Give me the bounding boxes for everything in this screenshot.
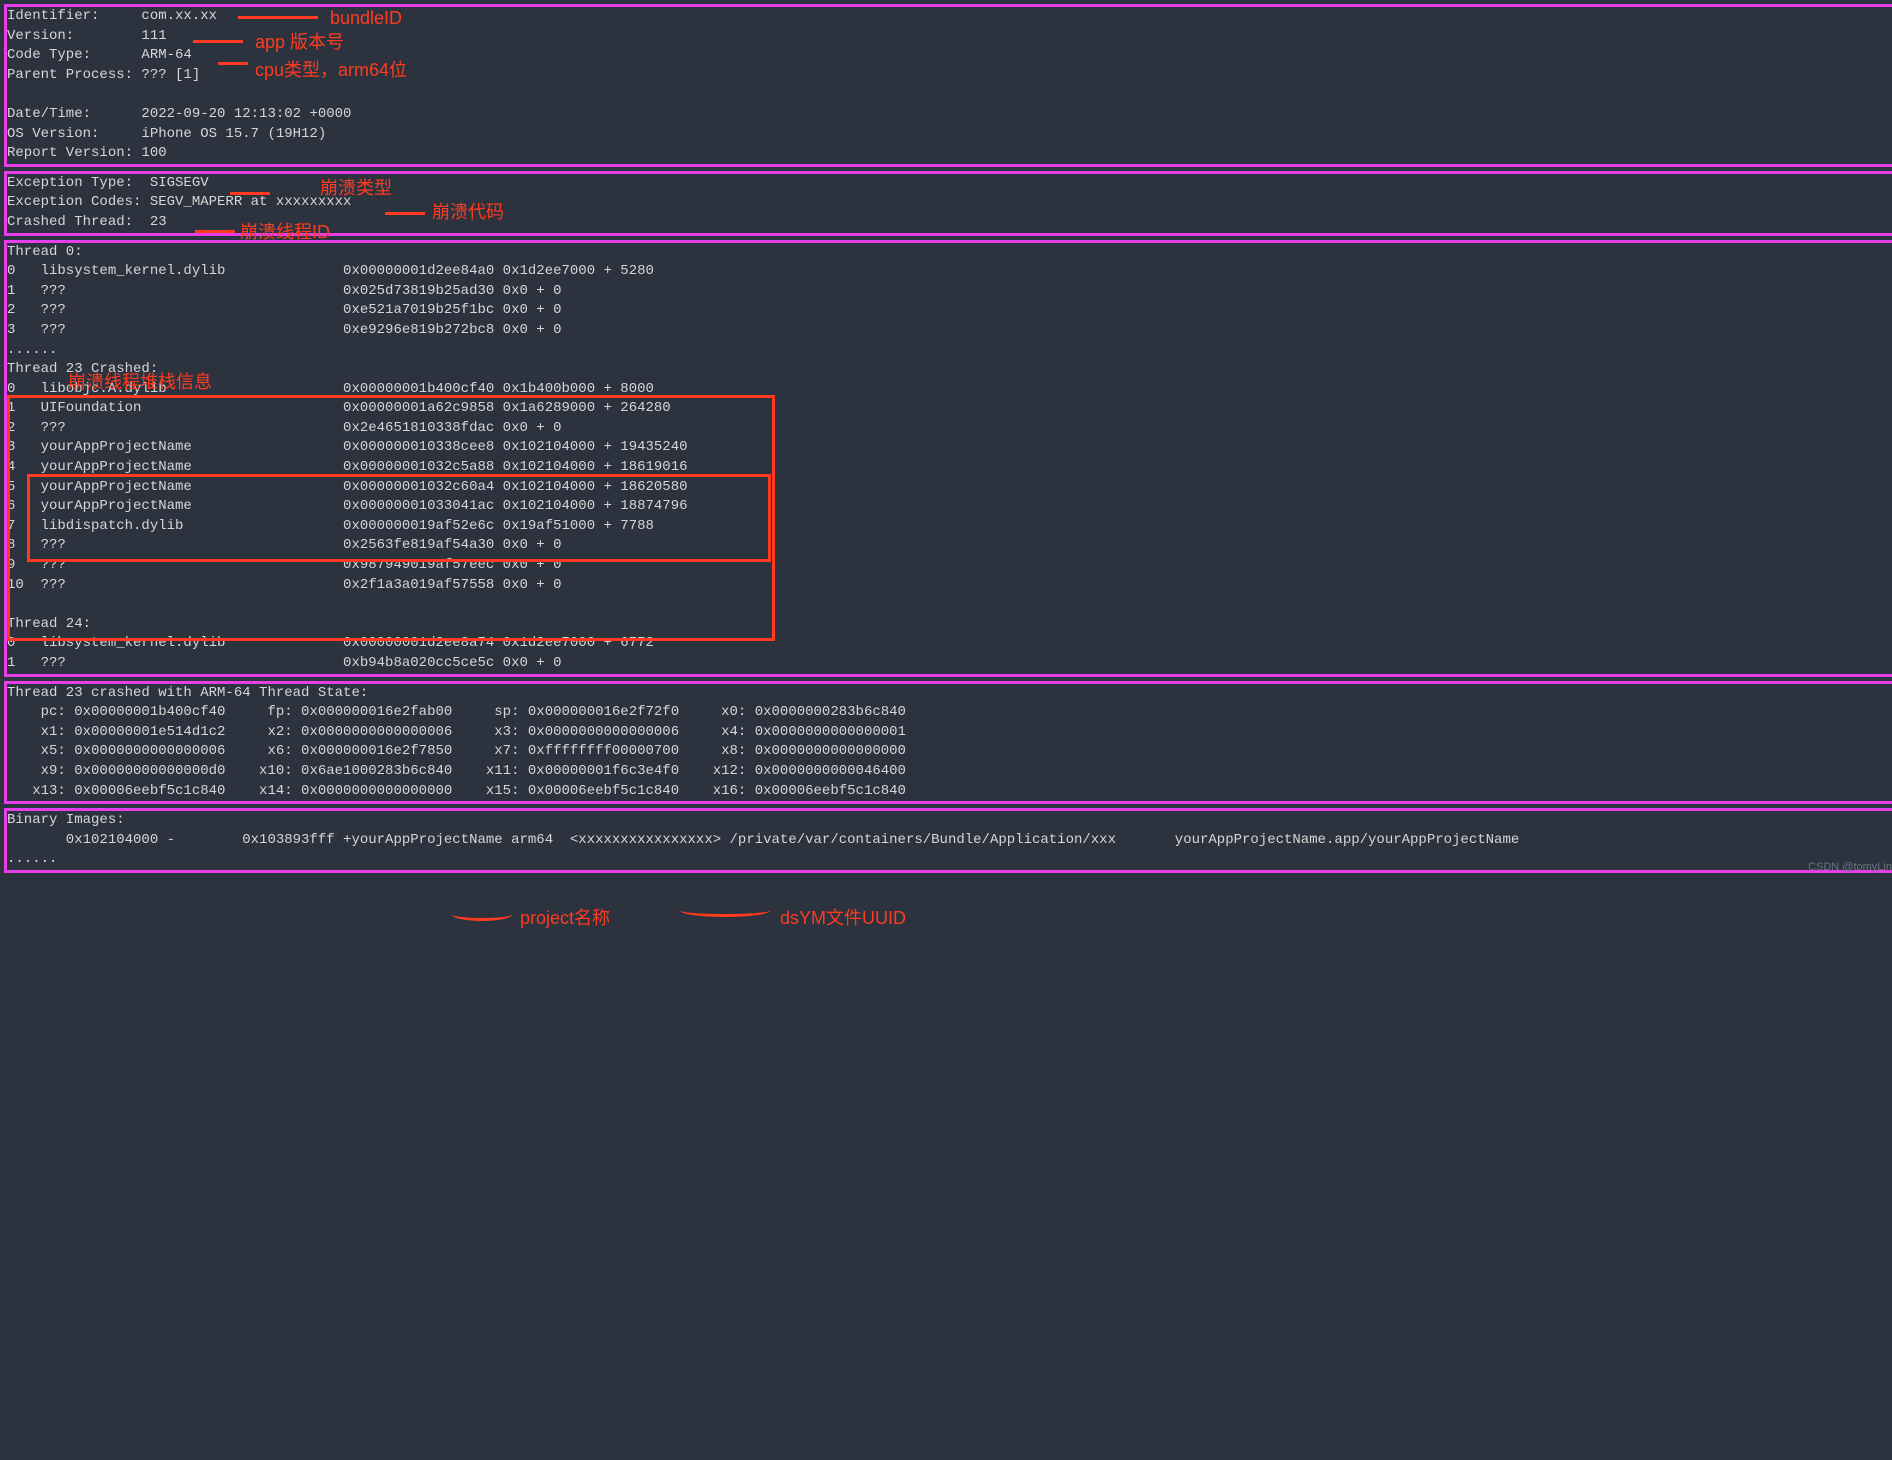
state-row: x9: 0x00000000000000d0 x10: 0x6ae1000283… [7, 763, 906, 779]
ann-dsymuuid: dsYM文件UUID [780, 906, 906, 931]
ann-bundleid: bundleID [330, 6, 402, 31]
connector-curve [680, 904, 770, 917]
connector-line [218, 62, 248, 65]
row-crashthread: Crashed Thread: 23 [7, 214, 167, 230]
binary-dots: ...... [7, 851, 57, 867]
ann-cputype: cpu类型，arm64位 [255, 58, 407, 83]
ann-crashtype: 崩溃类型 [320, 176, 392, 201]
ann-crashstack: 崩溃线程堆栈信息 [68, 370, 212, 395]
row-version: Version: 111 [7, 28, 167, 44]
thread24-frame: 1 ??? 0xb94b8a020cc5ce5c 0x0 + 0 [7, 655, 562, 671]
connector-line [230, 192, 270, 195]
thread23-frame: 5 yourAppProjectName 0x00000001032c60a4 … [7, 479, 688, 495]
connector-line [193, 40, 243, 43]
ann-projectname: project名称 [520, 906, 610, 931]
binary-title: Binary Images: [7, 812, 125, 828]
watermark: CSDN @tomyLin [1808, 860, 1892, 875]
state-row: x1: 0x00000001e514d1c2 x2: 0x00000000000… [7, 724, 906, 740]
binary-images-section: Binary Images: 0x102104000 - 0x103893fff… [4, 808, 1892, 873]
thread23-frame: 9 ??? 0x987949019af57eec 0x0 + 0 [7, 557, 562, 573]
connector-line [238, 16, 318, 19]
connector-line [195, 230, 235, 233]
row-osver: OS Version: iPhone OS 15.7 (19H12) [7, 126, 326, 142]
state-title: Thread 23 crashed with ARM-64 Thread Sta… [7, 685, 368, 701]
state-row: pc: 0x00000001b400cf40 fp: 0x000000016e2… [7, 704, 906, 720]
thread23-frame: 3 yourAppProjectName 0x000000010338cee8 … [7, 439, 688, 455]
thread24-frame: 0 libsystem_kernel.dylib 0x00000001d2ee8… [7, 635, 654, 651]
connector-curve [452, 908, 512, 921]
threads-section: Thread 0: 0 libsystem_kernel.dylib 0x000… [4, 240, 1892, 677]
connector-line [385, 212, 425, 215]
thread23-frame: 7 libdispatch.dylib 0x000000019af52e6c 0… [7, 518, 654, 534]
dots: ...... [7, 342, 57, 358]
state-row: x13: 0x00006eebf5c1c840 x14: 0x000000000… [7, 783, 906, 799]
binary-line: 0x102104000 - 0x103893fff +yourAppProjec… [7, 832, 1519, 848]
thread0-frame: 0 libsystem_kernel.dylib 0x00000001d2ee8… [7, 263, 654, 279]
row-exccodes: Exception Codes: SEGV_MAPERR at xxxxxxxx… [7, 194, 351, 210]
thread23-frame: 4 yourAppProjectName 0x00000001032c5a88 … [7, 459, 688, 475]
thread23-frame: 8 ??? 0x2563fe819af54a30 0x0 + 0 [7, 537, 562, 553]
row-reportver: Report Version: 100 [7, 145, 167, 161]
thread0-frame: 3 ??? 0xe9296e819b272bc8 0x0 + 0 [7, 322, 562, 338]
ann-appversion: app 版本号 [255, 30, 344, 55]
thread23-frame: 1 UIFoundation 0x00000001a62c9858 0x1a62… [7, 400, 671, 416]
row-datetime: Date/Time: 2022-09-20 12:13:02 +0000 [7, 106, 351, 122]
ann-crashthreadid: 崩溃线程ID [240, 220, 330, 245]
thread23-frame: 2 ??? 0x2e4651810338fdac 0x0 + 0 [7, 420, 562, 436]
thread24-header: Thread 24: [7, 616, 91, 632]
state-row: x5: 0x0000000000000006 x6: 0x000000016e2… [7, 743, 906, 759]
thread0-header: Thread 0: [7, 244, 83, 260]
thread23-frame: 10 ??? 0x2f1a3a019af57558 0x0 + 0 [7, 577, 562, 593]
thread-state-section: Thread 23 crashed with ARM-64 Thread Sta… [4, 681, 1892, 805]
thread0-frame: 2 ??? 0xe521a7019b25f1bc 0x0 + 0 [7, 302, 562, 318]
header-section: Identifier: com.xx.xx Version: 111 Code … [4, 4, 1892, 167]
ann-crashcode: 崩溃代码 [432, 200, 504, 225]
row-identifier: Identifier: com.xx.xx [7, 8, 217, 24]
thread23-frame: 6 yourAppProjectName 0x00000001033041ac … [7, 498, 688, 514]
thread0-frame: 1 ??? 0x025d73819b25ad30 0x0 + 0 [7, 283, 562, 299]
row-exctype: Exception Type: SIGSEGV [7, 175, 209, 191]
row-codetype: Code Type: ARM-64 [7, 47, 192, 63]
row-parent: Parent Process: ??? [1] [7, 67, 200, 83]
